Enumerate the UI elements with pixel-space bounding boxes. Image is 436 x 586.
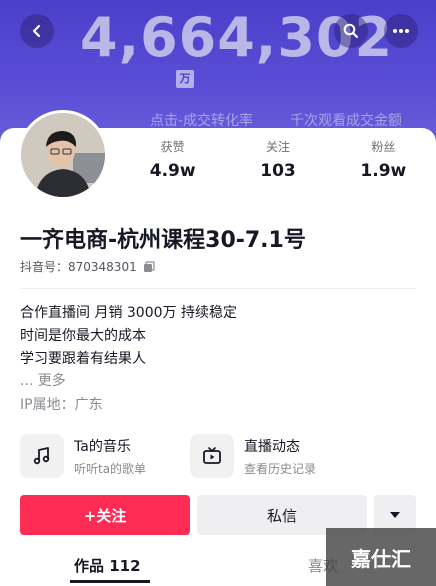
tab-works[interactable]: 作品 112 (74, 555, 141, 576)
stat-value: 1.9w (360, 161, 407, 181)
search-button[interactable] (334, 14, 368, 48)
bio-more-link[interactable]: ... 更多 (20, 370, 66, 390)
live-history-entry[interactable]: 直播动态 查看历史记录 (190, 434, 316, 478)
profile-stats: 获赞 4.9w 关注 103 粉丝 1.9w (120, 138, 436, 181)
back-button[interactable] (20, 14, 54, 48)
music-note-icon (33, 447, 50, 465)
stat-likes[interactable]: 获赞 4.9w (120, 138, 225, 181)
live-title: 直播动态 (244, 438, 300, 455)
stat-value: 103 (260, 161, 296, 181)
banner-right-text: 千次观看成交金额 (290, 113, 402, 129)
follow-button[interactable]: +关注 (20, 495, 190, 535)
banner-unit: 万 (176, 70, 194, 88)
avatar[interactable] (18, 110, 108, 200)
stat-following[interactable]: 关注 103 (225, 138, 330, 181)
stat-label: 粉丝 (371, 140, 396, 154)
live-icon-box (190, 434, 234, 478)
stat-label: 获赞 (160, 140, 185, 154)
tv-live-icon (203, 447, 221, 464)
copy-icon[interactable] (143, 260, 155, 273)
active-tab-indicator (70, 580, 150, 583)
music-entry[interactable]: Ta的音乐 听听ta的歌单 (20, 434, 146, 478)
stat-value: 4.9w (149, 161, 196, 181)
music-title: Ta的音乐 (74, 438, 131, 455)
divider (20, 288, 416, 289)
profile-bio: 合作直播间 月销 3000万 持续稳定 时间是你最大的成本 学习要跟着有结果人 (20, 302, 237, 371)
account-id-row: 抖音号：870348301 (20, 258, 155, 275)
caret-down-icon (390, 512, 400, 518)
more-dots-icon (393, 29, 409, 33)
bio-line: 时间是你最大的成本 (20, 328, 146, 344)
stat-followers[interactable]: 粉丝 1.9w (331, 138, 436, 181)
music-icon-box (20, 434, 64, 478)
profile-name: 一齐电商-杭州课程30-7.1号 (20, 228, 306, 253)
search-icon (343, 23, 358, 38)
stat-label: 关注 (265, 140, 290, 154)
bio-line: 合作直播间 月销 3000万 持续稳定 (20, 305, 237, 321)
ip-location: IP属地：广东 (20, 397, 103, 413)
watermark: 嘉仕汇 (326, 528, 436, 586)
more-options-button[interactable] (384, 14, 418, 48)
avatar-photo (21, 113, 105, 197)
banner-mid-text: 点击-成交转化率 (150, 113, 254, 129)
chevron-left-icon (32, 24, 41, 38)
account-id: 抖音号：870348301 (20, 260, 137, 274)
music-subtitle: 听听ta的歌单 (74, 461, 147, 476)
live-subtitle: 查看历史记录 (244, 461, 317, 476)
bio-line: 学习要跟着有结果人 (20, 351, 146, 367)
